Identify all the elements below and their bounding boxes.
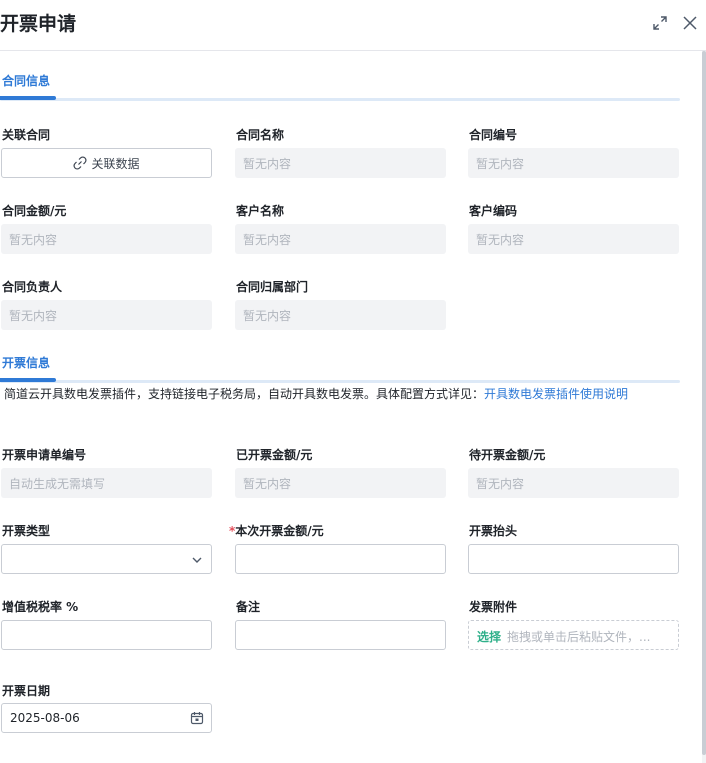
invoice-type-select[interactable] bbox=[1, 544, 212, 574]
related-data-label: 关联数据 bbox=[91, 156, 140, 171]
vat-rate-input[interactable] bbox=[1, 620, 212, 650]
section-contract-line bbox=[0, 98, 680, 101]
related-data-button[interactable]: 关联数据 bbox=[1, 148, 212, 178]
dialog-header: 开票申请 bbox=[0, 0, 706, 48]
current-amount-label-text: 本次开票金额/元 bbox=[235, 524, 324, 538]
contract-amount-field: 暂无内容 bbox=[1, 224, 212, 254]
current-amount-input[interactable] bbox=[235, 544, 446, 574]
attachment-dropzone[interactable]: 选择 拖拽或单击后粘贴文件，... bbox=[468, 620, 679, 650]
calendar-icon bbox=[190, 711, 204, 728]
contract-name-label: 合同名称 bbox=[236, 128, 285, 142]
section-contract-indicator bbox=[0, 96, 56, 100]
contract-no-label: 合同编号 bbox=[469, 128, 518, 142]
invoiced-amount-field: 暂无内容 bbox=[235, 468, 446, 498]
contract-no-field: 暂无内容 bbox=[468, 148, 679, 178]
contract-owner-field: 暂无内容 bbox=[1, 300, 212, 330]
attachment-label: 发票附件 bbox=[469, 600, 518, 614]
customer-code-label: 客户编码 bbox=[469, 204, 518, 218]
section-contract-tab[interactable]: 合同信息 bbox=[2, 72, 50, 89]
header-divider bbox=[0, 50, 706, 51]
invoice-date-picker[interactable]: 2025-08-06 bbox=[1, 703, 212, 733]
vat-rate-label: 增值税税率 % bbox=[2, 600, 79, 614]
link-icon bbox=[73, 156, 87, 170]
close-icon[interactable] bbox=[680, 13, 700, 33]
plugin-description: 简道云开具数电发票插件，支持链接电子税务局，自动开具数电发票。具体配置方式详见：… bbox=[4, 385, 680, 404]
apply-no-label: 开票申请单编号 bbox=[2, 448, 87, 462]
invoice-header-input[interactable] bbox=[468, 544, 679, 574]
section-invoice-tab[interactable]: 开票信息 bbox=[2, 354, 50, 371]
contract-dept-label: 合同归属部门 bbox=[236, 280, 309, 294]
invoice-type-label: 开票类型 bbox=[2, 524, 51, 538]
attachment-hint: 拖拽或单击后粘贴文件，... bbox=[507, 630, 651, 644]
section-invoice-line bbox=[0, 380, 680, 383]
attachment-select-button[interactable]: 选择 bbox=[477, 630, 501, 644]
contract-dept-field: 暂无内容 bbox=[235, 300, 446, 330]
dialog-title: 开票申请 bbox=[0, 13, 77, 35]
remark-label: 备注 bbox=[236, 600, 261, 614]
customer-name-label: 客户名称 bbox=[236, 204, 285, 218]
related-contract-label: 关联合同 bbox=[2, 128, 51, 142]
contract-name-field: 暂无内容 bbox=[235, 148, 446, 178]
contract-amount-label: 合同金额/元 bbox=[2, 204, 67, 218]
invoice-header-label: 开票抬头 bbox=[469, 524, 518, 538]
invoiced-amount-label: 已开票金额/元 bbox=[236, 448, 313, 462]
current-amount-label: *本次开票金额/元 bbox=[229, 522, 324, 539]
chevron-down-icon bbox=[191, 554, 203, 569]
scrollbar-thumb[interactable] bbox=[702, 51, 706, 755]
expand-icon[interactable] bbox=[651, 14, 669, 32]
apply-no-field: 自动生成无需填写 bbox=[1, 468, 212, 498]
customer-name-field: 暂无内容 bbox=[235, 224, 446, 254]
remark-input[interactable] bbox=[235, 620, 446, 650]
section-invoice-indicator bbox=[0, 378, 56, 382]
contract-owner-label: 合同负责人 bbox=[2, 280, 63, 294]
customer-code-field: 暂无内容 bbox=[468, 224, 679, 254]
pending-amount-label: 待开票金额/元 bbox=[469, 448, 546, 462]
pending-amount-field: 暂无内容 bbox=[468, 468, 679, 498]
invoice-date-value: 2025-08-06 bbox=[10, 711, 80, 725]
plugin-doc-link[interactable]: 开具数电发票插件使用说明 bbox=[484, 387, 628, 401]
plugin-description-text: 简道云开具数电发票插件，支持链接电子税务局，自动开具数电发票。具体配置方式详见： bbox=[4, 387, 485, 401]
invoice-date-label: 开票日期 bbox=[2, 684, 51, 698]
